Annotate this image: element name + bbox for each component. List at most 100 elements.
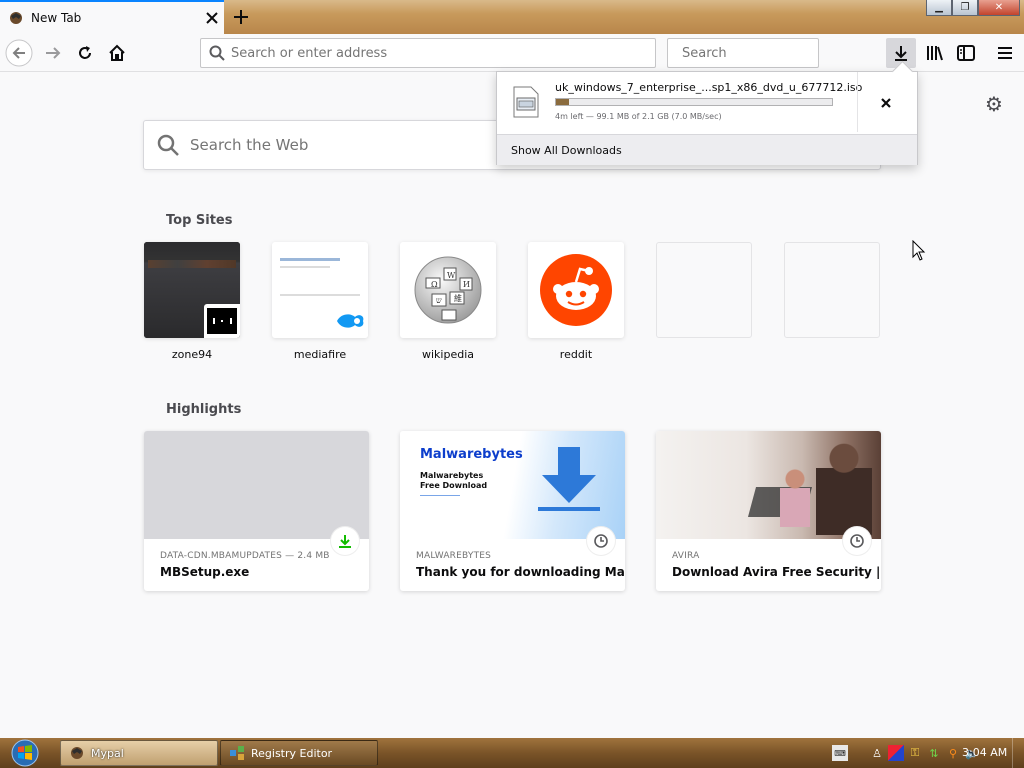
reload-icon [79, 46, 91, 59]
site-screenshot [280, 258, 340, 261]
download-arrow-icon [895, 46, 907, 61]
taskbar-item-mypal[interactable]: Mypal [60, 740, 218, 766]
keyboard-icon[interactable]: ⌨ [832, 745, 848, 761]
user-icon[interactable]: ♙ [869, 745, 885, 761]
site-thumbnail-strip [148, 260, 236, 268]
new-tab-button[interactable] [228, 4, 254, 30]
highlight-card-malwarebytes[interactable]: Malwarebytes Malwarebytes Free Download … [400, 431, 625, 591]
history-badge [843, 527, 871, 555]
thumb-line1: Malwarebytes [420, 471, 484, 480]
minimize-icon: ▁ [935, 2, 943, 13]
card-source: MALWAREBYTES [416, 551, 492, 561]
top-site-empty-slot[interactable] [656, 242, 752, 338]
card-thumbnail [656, 431, 881, 539]
svg-text:Ω: Ω [431, 280, 438, 289]
zone94-logo-icon [204, 304, 240, 338]
top-site-label: mediafire [293, 348, 347, 361]
highlight-card-avira[interactable]: AVIRA Download Avira Free Security | ... [656, 431, 881, 591]
minimize-button[interactable]: ▁ [926, 0, 952, 16]
svg-text:W: W [447, 271, 456, 280]
thumb-divider [420, 495, 460, 496]
sidebar-icon [957, 45, 975, 61]
card-title: Thank you for downloading Mal... [416, 565, 625, 579]
gear-icon: ⚙ [985, 92, 1003, 116]
search-input[interactable] [682, 45, 852, 61]
reddit-logo-icon [540, 254, 612, 326]
search-icon [209, 45, 225, 61]
sidebar-button[interactable] [951, 38, 981, 68]
download-icon [339, 535, 351, 548]
download-status: 4m left — 99.1 MB of 2.1 GB (7.0 MB/sec) [555, 112, 722, 121]
top-site-reddit[interactable]: reddit [528, 242, 624, 361]
mypal-logo-icon [10, 12, 22, 24]
top-site-zone94[interactable]: zone94 [144, 242, 240, 361]
divider [857, 72, 858, 132]
top-site-mediafire[interactable]: mediafire [272, 242, 368, 361]
wikipedia-globe-icon: Ω W И ש 維 [414, 256, 482, 324]
svg-text:維: 維 [454, 293, 462, 303]
photo-person [816, 439, 872, 535]
taskbar-item-label: Registry Editor [251, 746, 333, 760]
svg-text:И: И [463, 280, 470, 289]
library-button[interactable] [920, 38, 950, 68]
close-icon [881, 98, 891, 108]
cancel-download-button[interactable] [873, 90, 899, 116]
download-item[interactable]: uk_windows_7_enterprise_...sp1_x86_dvd_u… [497, 72, 917, 133]
network-icon[interactable]: ⇅ [926, 745, 942, 761]
start-button[interactable] [6, 738, 44, 768]
downloads-panel: uk_windows_7_enterprise_...sp1_x86_dvd_u… [496, 71, 918, 165]
back-button[interactable] [4, 38, 34, 68]
download-arrow-icon [538, 447, 600, 511]
close-tab-button[interactable] [200, 6, 224, 30]
address-input[interactable] [231, 45, 655, 61]
card-source: DATA-CDN.MBAMUPDATES — 2.4 MB [160, 551, 330, 561]
highlights-heading: Highlights [166, 402, 242, 417]
reload-button[interactable] [70, 38, 100, 68]
top-sites-heading: Top Sites [166, 213, 233, 228]
windows-logo-icon [11, 739, 39, 767]
card-title: Download Avira Free Security | ... [672, 565, 881, 579]
mouse-cursor-icon [912, 240, 926, 261]
card-title: MBSetup.exe [160, 565, 250, 579]
hamburger-menu-icon [998, 47, 1012, 59]
navigation-toolbar [0, 34, 1024, 72]
search-icon[interactable]: ⚲ [945, 745, 961, 761]
forward-button[interactable] [38, 38, 68, 68]
windows-taskbar: Mypal Registry Editor ⌨ ♙ ⚿ ⇅ ⚲ 🔈 3:04 A… [0, 738, 1024, 768]
library-icon [927, 46, 943, 61]
svg-text:ש: ש [436, 296, 442, 305]
menu-button[interactable] [990, 38, 1020, 68]
clock-icon [594, 534, 608, 548]
clock-icon [850, 534, 864, 548]
close-window-button[interactable]: ✕ [978, 0, 1020, 16]
show-desktop-button[interactable] [1012, 738, 1024, 768]
history-badge [587, 527, 615, 555]
top-site-empty-slot[interactable] [784, 242, 880, 338]
forward-arrow-icon [46, 47, 61, 59]
system-tray: ⌨ ♙ ⚿ ⇅ ⚲ 🔈 [832, 738, 983, 768]
search-icon [157, 134, 179, 156]
top-site-wikipedia[interactable]: Ω W И ש 維 wikipedia [400, 242, 496, 361]
thumb-line2: Free Download [420, 481, 488, 490]
show-all-downloads-button[interactable]: Show All Downloads [497, 134, 917, 165]
restore-icon: ❐ [960, 2, 970, 13]
taskbar-clock[interactable]: 3:04 AM [962, 746, 1007, 759]
photo-child [780, 467, 810, 527]
taskbar-item-registry-editor[interactable]: Registry Editor [220, 740, 378, 766]
tab-new-tab[interactable]: New Tab [0, 0, 224, 34]
malwarebytes-wordmark: Malwarebytes [420, 447, 523, 462]
security-shield-icon[interactable] [888, 745, 904, 761]
window-controls: ▁ ❐ ✕ [926, 0, 1020, 16]
highlight-card-mbsetup[interactable]: DATA-CDN.MBAMUPDATES — 2.4 MB MBSetup.ex… [144, 431, 369, 591]
address-bar[interactable] [200, 38, 656, 68]
customize-button[interactable]: ⚙ [982, 92, 1006, 116]
taskbar-item-label: Mypal [91, 746, 124, 760]
search-bar[interactable] [667, 38, 852, 68]
back-arrow-icon [5, 39, 33, 67]
home-button[interactable] [102, 38, 132, 68]
tab-strip: New Tab ▁ ❐ ✕ [0, 0, 1024, 34]
key-icon[interactable]: ⚿ [907, 745, 923, 761]
download-progress-fill [556, 99, 569, 105]
restore-button[interactable]: ❐ [952, 0, 978, 16]
top-site-label: zone94 [171, 348, 213, 361]
